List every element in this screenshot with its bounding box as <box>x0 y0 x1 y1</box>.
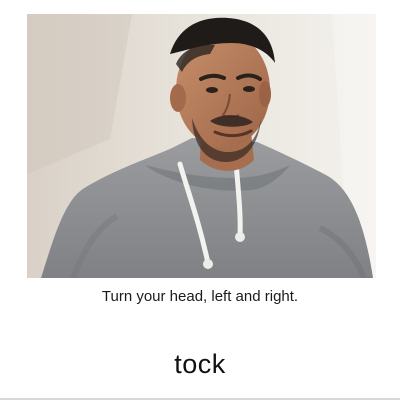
left-eye <box>206 87 218 93</box>
drawstring-tip <box>235 232 245 242</box>
right-eye <box>243 86 255 92</box>
ear <box>259 81 271 107</box>
ear <box>170 84 186 112</box>
face-capture-screen: Turn your head, left and right. tock <box>0 0 400 400</box>
camera-preview <box>27 14 376 278</box>
instruction-text: Turn your head, left and right. <box>101 288 299 305</box>
status-word: tock <box>174 349 226 379</box>
camera-feed-image <box>27 14 376 278</box>
drawstring-tip <box>203 259 213 269</box>
